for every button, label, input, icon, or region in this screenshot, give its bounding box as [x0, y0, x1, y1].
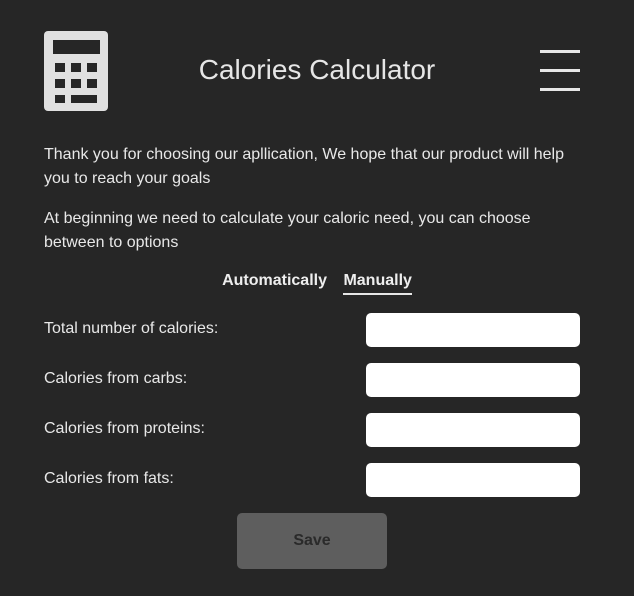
- carbs-calories-input[interactable]: [366, 363, 580, 397]
- tab-manually[interactable]: Manually: [343, 272, 412, 295]
- form-row-proteins: Calories from proteins:: [44, 413, 580, 447]
- menu-bar: [540, 88, 580, 91]
- page-title: Calories Calculator: [198, 54, 436, 85]
- menu-bar: [540, 69, 580, 72]
- form-row-fats: Calories from fats:: [44, 463, 580, 497]
- instruction-text: At beginning we need to calculate your c…: [44, 210, 531, 251]
- carbs-calories-label: Calories from carbs:: [44, 370, 188, 387]
- fats-calories-label: Calories from fats:: [44, 470, 174, 487]
- total-calories-label: Total number of calories:: [44, 320, 219, 337]
- proteins-calories-input[interactable]: [366, 413, 580, 447]
- form-row-total-calories: Total number of calories:: [44, 313, 580, 347]
- tab-automatically[interactable]: Automatically: [222, 272, 327, 293]
- fats-calories-input[interactable]: [366, 463, 580, 497]
- save-button[interactable]: Save: [237, 513, 387, 569]
- mode-tabs: Automatically Manually: [0, 272, 634, 295]
- menu-bar: [540, 50, 580, 53]
- hamburger-menu-icon[interactable]: [540, 48, 580, 92]
- intro-text: Thank you for choosing our apllication, …: [44, 146, 565, 187]
- form-row-carbs: Calories from carbs:: [44, 363, 580, 397]
- calories-calculator-page: Calories Calculator Thank you for choosi…: [0, 0, 634, 596]
- total-calories-input[interactable]: [366, 313, 580, 347]
- proteins-calories-label: Calories from proteins:: [44, 420, 205, 437]
